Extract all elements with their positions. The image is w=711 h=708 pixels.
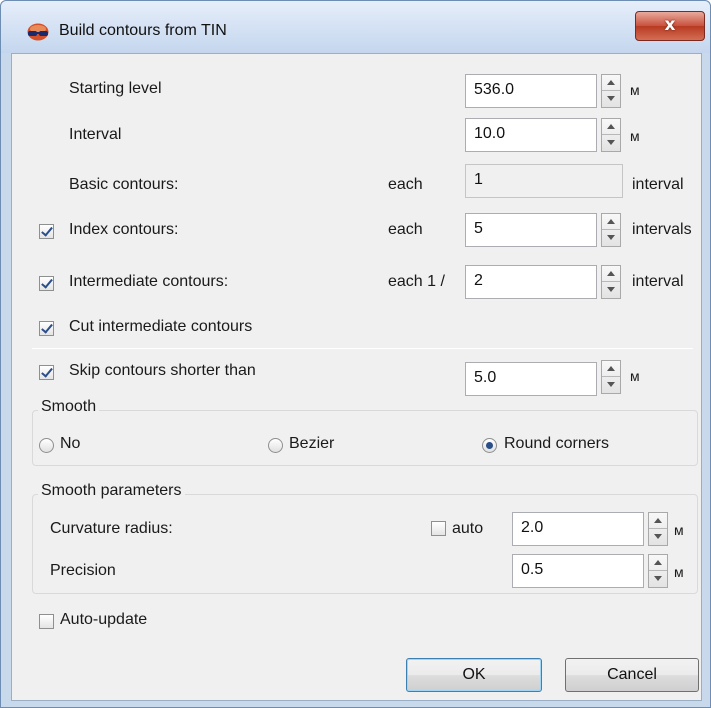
interval-input[interactable]: 10.0 bbox=[465, 118, 597, 152]
smooth-round-corners-radio[interactable] bbox=[482, 438, 497, 453]
auto-update-checkbox[interactable] bbox=[39, 614, 54, 629]
precision-unit: м bbox=[674, 564, 684, 580]
skip-shorter-checkbox[interactable] bbox=[39, 365, 54, 380]
spin-up-icon[interactable] bbox=[602, 361, 620, 377]
interval-unit: м bbox=[630, 128, 640, 144]
intermediate-contours-prefix: each 1 / bbox=[388, 273, 445, 290]
intermediate-contours-label: Intermediate contours: bbox=[69, 273, 229, 290]
spin-down-icon[interactable] bbox=[649, 529, 667, 545]
precision-input[interactable]: 0.5 bbox=[512, 554, 644, 588]
smooth-bezier-radio[interactable] bbox=[268, 438, 283, 453]
smooth-no-label: No bbox=[60, 435, 81, 452]
title-bar[interactable]: Build contours from TIN x bbox=[1, 1, 710, 53]
starting-level-unit: м bbox=[630, 82, 640, 98]
dialog-window: Build contours from TIN x Starting level… bbox=[0, 0, 711, 708]
intermediate-contours-suffix: interval bbox=[632, 273, 684, 290]
intermediate-contours-checkbox[interactable] bbox=[39, 276, 54, 291]
smooth-bezier-label: Bezier bbox=[289, 435, 335, 452]
intermediate-contours-input[interactable]: 2 bbox=[465, 265, 597, 299]
separator bbox=[32, 348, 693, 349]
skip-shorter-label: Skip contours shorter than bbox=[69, 362, 256, 379]
basic-contours-input: 1 bbox=[465, 164, 623, 198]
curvature-radius-unit: м bbox=[674, 522, 684, 538]
skip-shorter-spinner[interactable] bbox=[601, 360, 621, 394]
dialog-body: Starting level 536.0 м Interval 10.0 м B… bbox=[11, 53, 702, 701]
spin-down-icon[interactable] bbox=[602, 135, 620, 151]
close-button[interactable]: x bbox=[635, 11, 705, 41]
spin-up-icon[interactable] bbox=[602, 266, 620, 282]
spin-down-icon[interactable] bbox=[602, 377, 620, 393]
basic-contours-label: Basic contours: bbox=[69, 176, 179, 193]
spin-up-icon[interactable] bbox=[649, 513, 667, 529]
spin-down-icon[interactable] bbox=[602, 91, 620, 107]
index-contours-label: Index contours: bbox=[69, 221, 179, 238]
index-contours-input[interactable]: 5 bbox=[465, 213, 597, 247]
interval-spinner[interactable] bbox=[601, 118, 621, 152]
index-contours-suffix: intervals bbox=[632, 221, 692, 238]
interval-label: Interval bbox=[69, 126, 122, 143]
precision-label: Precision bbox=[50, 562, 116, 579]
3d-glasses-icon bbox=[27, 23, 49, 41]
ok-button[interactable]: OK bbox=[406, 658, 542, 692]
spin-up-icon[interactable] bbox=[649, 555, 667, 571]
close-icon: x bbox=[664, 15, 676, 35]
cancel-button[interactable]: Cancel bbox=[565, 658, 699, 692]
index-contours-checkbox[interactable] bbox=[39, 224, 54, 239]
spin-down-icon[interactable] bbox=[649, 571, 667, 587]
auto-checkbox[interactable] bbox=[431, 521, 446, 536]
skip-shorter-unit: м bbox=[630, 368, 640, 384]
skip-shorter-input[interactable]: 5.0 bbox=[465, 362, 597, 396]
curvature-radius-label: Curvature radius: bbox=[50, 520, 173, 537]
auto-update-label: Auto-update bbox=[60, 611, 148, 628]
smooth-no-radio[interactable] bbox=[39, 438, 54, 453]
spin-up-icon[interactable] bbox=[602, 119, 620, 135]
spin-down-icon[interactable] bbox=[602, 230, 620, 246]
basic-contours-prefix: each bbox=[388, 176, 423, 193]
index-contours-spinner[interactable] bbox=[601, 213, 621, 247]
spin-down-icon[interactable] bbox=[602, 282, 620, 298]
smooth-round-corners-label: Round corners bbox=[504, 435, 609, 452]
intermediate-contours-spinner[interactable] bbox=[601, 265, 621, 299]
starting-level-label: Starting level bbox=[69, 80, 162, 97]
smooth-params-title: Smooth parameters bbox=[38, 482, 185, 500]
spin-up-icon[interactable] bbox=[602, 214, 620, 230]
basic-contours-suffix: interval bbox=[632, 176, 684, 193]
curvature-radius-spinner[interactable] bbox=[648, 512, 668, 546]
curvature-radius-input[interactable]: 2.0 bbox=[512, 512, 644, 546]
index-contours-prefix: each bbox=[388, 221, 423, 238]
starting-level-spinner[interactable] bbox=[601, 74, 621, 108]
cut-intermediate-label: Cut intermediate contours bbox=[69, 318, 253, 335]
spin-up-icon[interactable] bbox=[602, 75, 620, 91]
precision-spinner[interactable] bbox=[648, 554, 668, 588]
window-title: Build contours from TIN bbox=[59, 22, 227, 39]
cut-intermediate-checkbox[interactable] bbox=[39, 321, 54, 336]
starting-level-input[interactable]: 536.0 bbox=[465, 74, 597, 108]
smooth-group-title: Smooth bbox=[38, 398, 100, 416]
auto-label: auto bbox=[452, 520, 484, 537]
